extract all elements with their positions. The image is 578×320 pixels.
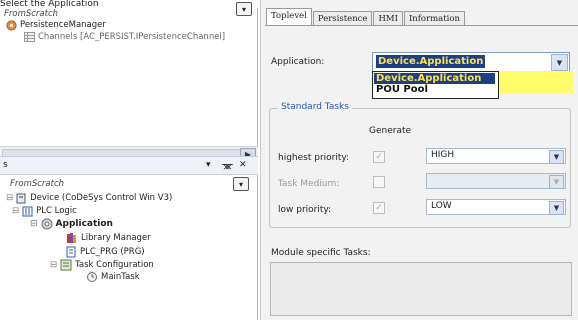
expander-icon[interactable]: ⊟ [50,260,57,270]
pin-icon[interactable]: ᚘ [222,160,233,170]
low-priority-combo[interactable]: LOW ▼ [426,199,566,215]
application-selected-value: Device.Application [376,55,486,68]
tree-dropdown-button[interactable]: ▾ [236,2,252,16]
chevron-down-icon: ▾ [241,4,246,14]
task-config-icon [60,259,72,271]
books-icon [67,233,76,243]
chevron-down-icon[interactable]: ▼ [551,54,568,71]
persistence-gear-icon [6,19,17,31]
module-tasks-label: Module specific Tasks: [271,248,371,258]
tree-item-label: PLC_PRG (PRG) [80,247,145,257]
tree-dropdown-button[interactable]: ▾ [233,177,249,191]
tab-persistence[interactable]: Persistence [312,11,373,25]
tree-item-label: Task Configuration [75,260,154,270]
standard-tasks-title: Standard Tasks [278,102,352,112]
dropdown-option[interactable]: POU Pool [374,84,495,95]
panel-title: s [3,160,8,170]
low-priority-checkbox[interactable]: ✓ [373,202,385,214]
tree-item-label: PLC Logic [36,206,77,216]
generate-header: Generate [369,126,412,136]
tree-item-label: Application [55,219,113,229]
chevron-down-icon[interactable]: ▼ [549,175,564,189]
yellow-highlight [497,71,573,93]
task-medium-label: Task Medium: [278,179,340,189]
program-icon [66,246,76,258]
tree-header: FromScratch [10,179,65,189]
module-tasks-box[interactable] [270,262,572,316]
devices-tree-pane: FromScratch ▾ ⊟ Device (CoDeSys Control … [0,175,258,320]
tree-item-plc-prg[interactable]: PLC_PRG (PRG) [66,246,145,258]
tab-toplevel[interactable]: Toplevel [266,8,312,25]
expander-icon[interactable]: ⊟ [6,193,13,203]
tree-item-label: Channels [AC_PERSIST.IPersistenceChannel… [38,32,226,42]
application-gear-icon [41,218,53,230]
tree-item-label: Library Manager [81,233,151,243]
low-priority-label: low priority: [278,205,332,215]
chevron-down-icon: ▾ [238,179,243,189]
tree-item-task-configuration[interactable]: ⊟ Task Configuration [50,259,154,271]
tree-item-application[interactable]: ⊟ Application [30,218,113,230]
window-caption: Select the Application [0,0,99,8]
dropdown-option[interactable]: Device.Application [374,73,495,84]
persistence-tree-pane: FromScratch ▾ PersistenceManager Channel… [0,2,258,161]
tree-item-maintask[interactable]: MainTask [86,272,140,282]
editor-tabs: Toplevel Persistence HMI Information [266,8,466,25]
tree-item-channels[interactable]: Channels [AC_PERSIST.IPersistenceChannel… [24,31,225,43]
highest-priority-checkbox[interactable]: ✓ [373,151,385,163]
tab-information[interactable]: Information [403,11,465,25]
combo-value: HIGH [431,150,455,160]
combo-value: LOW [431,201,452,211]
tree-item-persistencemanager[interactable]: PersistenceManager [6,19,106,31]
devices-panel-title-bar: s ▾ ᚘ ✕ [0,156,258,175]
tree-item-device[interactable]: ⊟ Device (CoDeSys Control Win V3) [6,192,172,204]
tab-hmi[interactable]: HMI [373,11,403,25]
application-select[interactable]: Device.Application ▼ [372,52,570,73]
chevron-down-icon[interactable]: ▼ [549,150,564,164]
tree-item-label: Device (CoDeSys Control Win V3) [30,193,173,203]
table-icon [24,32,35,42]
chevron-down-icon[interactable]: ▼ [549,201,564,215]
plc-logic-icon [22,206,33,216]
device-icon [16,193,26,203]
highest-priority-combo[interactable]: HIGH ▼ [426,148,566,164]
highest-priority-label: highest priority: [278,153,350,163]
application-dropdown-list[interactable]: Device.Application POU Pool [372,71,499,99]
tree-item-plc-logic[interactable]: ⊟ PLC Logic [12,205,77,217]
panel-menu-icon[interactable]: ▾ [206,160,211,170]
expander-icon[interactable]: ⊟ [30,219,38,229]
application-label: Application: [271,57,325,67]
tree-item-library-manager[interactable]: Library Manager [66,232,151,244]
task-medium-checkbox[interactable] [373,176,385,188]
task-icon [87,272,97,282]
tree-item-label: MainTask [101,272,140,282]
close-icon[interactable]: ✕ [239,160,247,170]
task-medium-combo[interactable]: ▼ [426,173,566,189]
expander-icon[interactable]: ⊟ [12,206,19,216]
tree-item-label: PersistenceManager [20,20,106,30]
